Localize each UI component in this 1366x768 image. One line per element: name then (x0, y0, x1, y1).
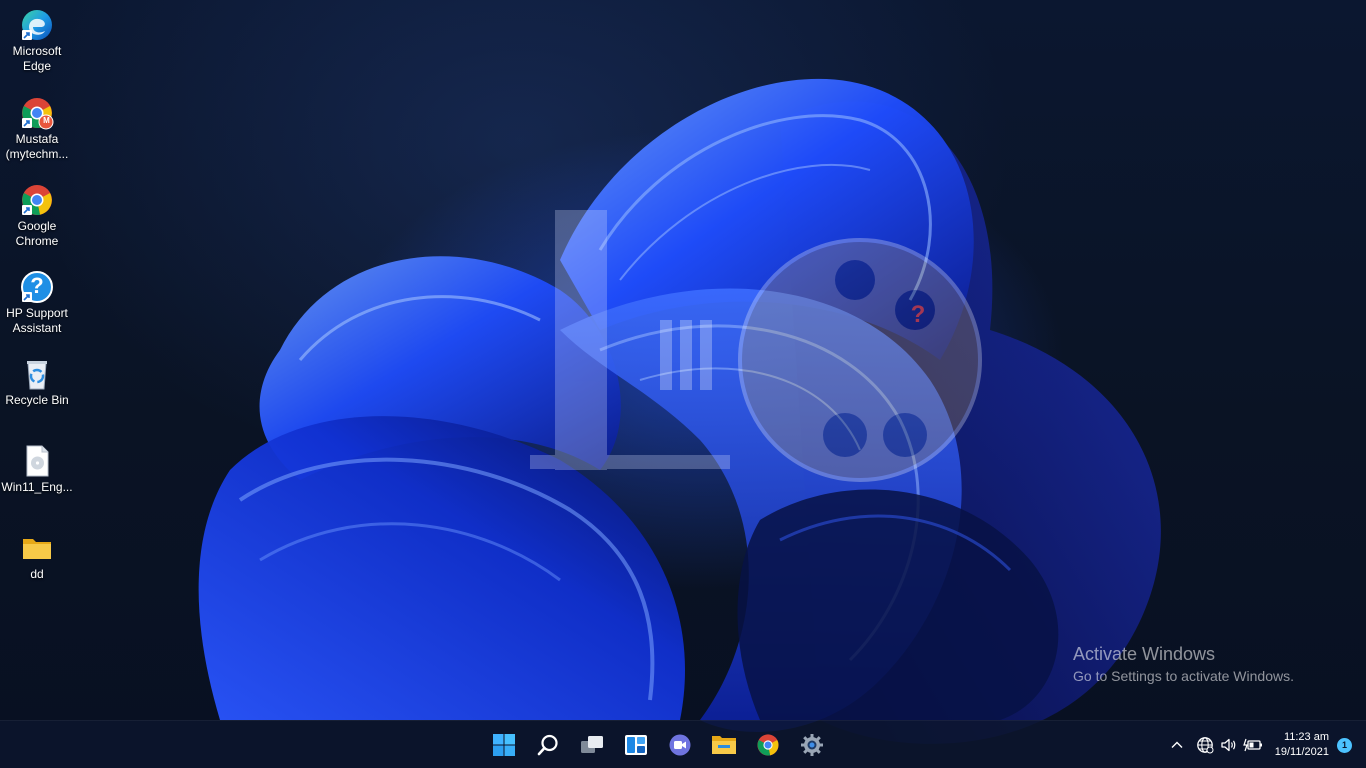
start-icon (493, 734, 515, 756)
task-view-button[interactable] (572, 725, 612, 765)
desktop-icon-label: Recycle Bin (5, 393, 69, 407)
taskbar: 11:23 am 19/11/2021 1 (0, 720, 1366, 768)
file-explorer-icon (712, 736, 736, 754)
chevron-up-icon (1171, 741, 1183, 748)
widgets-button[interactable] (616, 725, 656, 765)
chat-button[interactable] (660, 725, 700, 765)
hp-question-glyph: ? (30, 273, 44, 298)
search-icon (537, 734, 558, 756)
profile-badge: M (43, 116, 50, 125)
activate-subtitle: Go to Settings to activate Windows. (1073, 668, 1294, 684)
edge-icon (20, 8, 54, 42)
hp-support-icon: ? (20, 270, 54, 304)
desktop-icon-google-chrome[interactable]: Google Chrome (0, 179, 74, 259)
svg-text:?: ? (911, 301, 926, 328)
folder-icon (20, 531, 54, 565)
desktop-icon-label: dd (30, 567, 44, 581)
desktop-icon-label: HP Support Assistant (6, 306, 68, 335)
desktop-icon-label: Google Chrome (15, 219, 59, 248)
activate-title: Activate Windows (1073, 644, 1216, 664)
show-hidden-icons-button[interactable] (1165, 733, 1189, 757)
clock-date: 19/11/2021 (1274, 746, 1329, 758)
start-button[interactable] (484, 725, 524, 765)
desktop-icon-label: Win11_Eng... (1, 480, 73, 494)
volume-button[interactable] (1217, 733, 1241, 757)
desktop-icon-win11-iso[interactable]: Win11_Eng... (0, 440, 74, 520)
desktop-icon-recycle-bin[interactable]: Recycle Bin (0, 353, 74, 433)
notification-badge[interactable]: 1 (1337, 737, 1352, 753)
globe-network-icon (1196, 737, 1214, 754)
battery-button[interactable] (1241, 733, 1265, 757)
chat-icon (669, 734, 691, 756)
desktop-icon-hp-support-assistant[interactable]: ? HP Support Assistant (0, 266, 74, 346)
chrome-profile-icon: M (20, 96, 54, 130)
chrome-icon (20, 183, 54, 217)
clock-time: 11:23 am (1283, 731, 1329, 743)
taskbar-apps (484, 721, 832, 768)
activate-windows-watermark: Activate Windows Go to Settings to activ… (1073, 643, 1294, 685)
desktop-icon-folder-dd[interactable]: dd (0, 527, 74, 607)
recycle-bin-icon (20, 357, 54, 391)
settings-icon (801, 734, 823, 756)
desktop-icon-mustafa-chrome-profile[interactable]: M Mustafa (mytechm... (0, 92, 74, 172)
iso-file-icon (20, 444, 54, 478)
network-button[interactable] (1193, 733, 1217, 757)
chrome-icon (757, 734, 779, 756)
widgets-icon (625, 735, 647, 755)
desktop[interactable]: ? Microsoft Edge M Mustafa (mytechm... G… (0, 0, 1366, 768)
file-explorer-button[interactable] (704, 725, 744, 765)
desktop-icon-label: Mustafa (mytechm... (5, 132, 69, 161)
speaker-icon (1221, 738, 1236, 752)
system-tray: 11:23 am 19/11/2021 1 (1165, 721, 1366, 768)
desktop-icon-label: Microsoft Edge (12, 44, 62, 73)
settings-button[interactable] (792, 725, 832, 765)
search-button[interactable] (528, 725, 568, 765)
task-view-icon (581, 736, 603, 753)
desktop-icon-microsoft-edge[interactable]: Microsoft Edge (0, 4, 74, 84)
chrome-button[interactable] (748, 725, 788, 765)
battery-charging-icon (1242, 738, 1262, 752)
clock-button[interactable]: 11:23 am 19/11/2021 (1275, 730, 1329, 760)
